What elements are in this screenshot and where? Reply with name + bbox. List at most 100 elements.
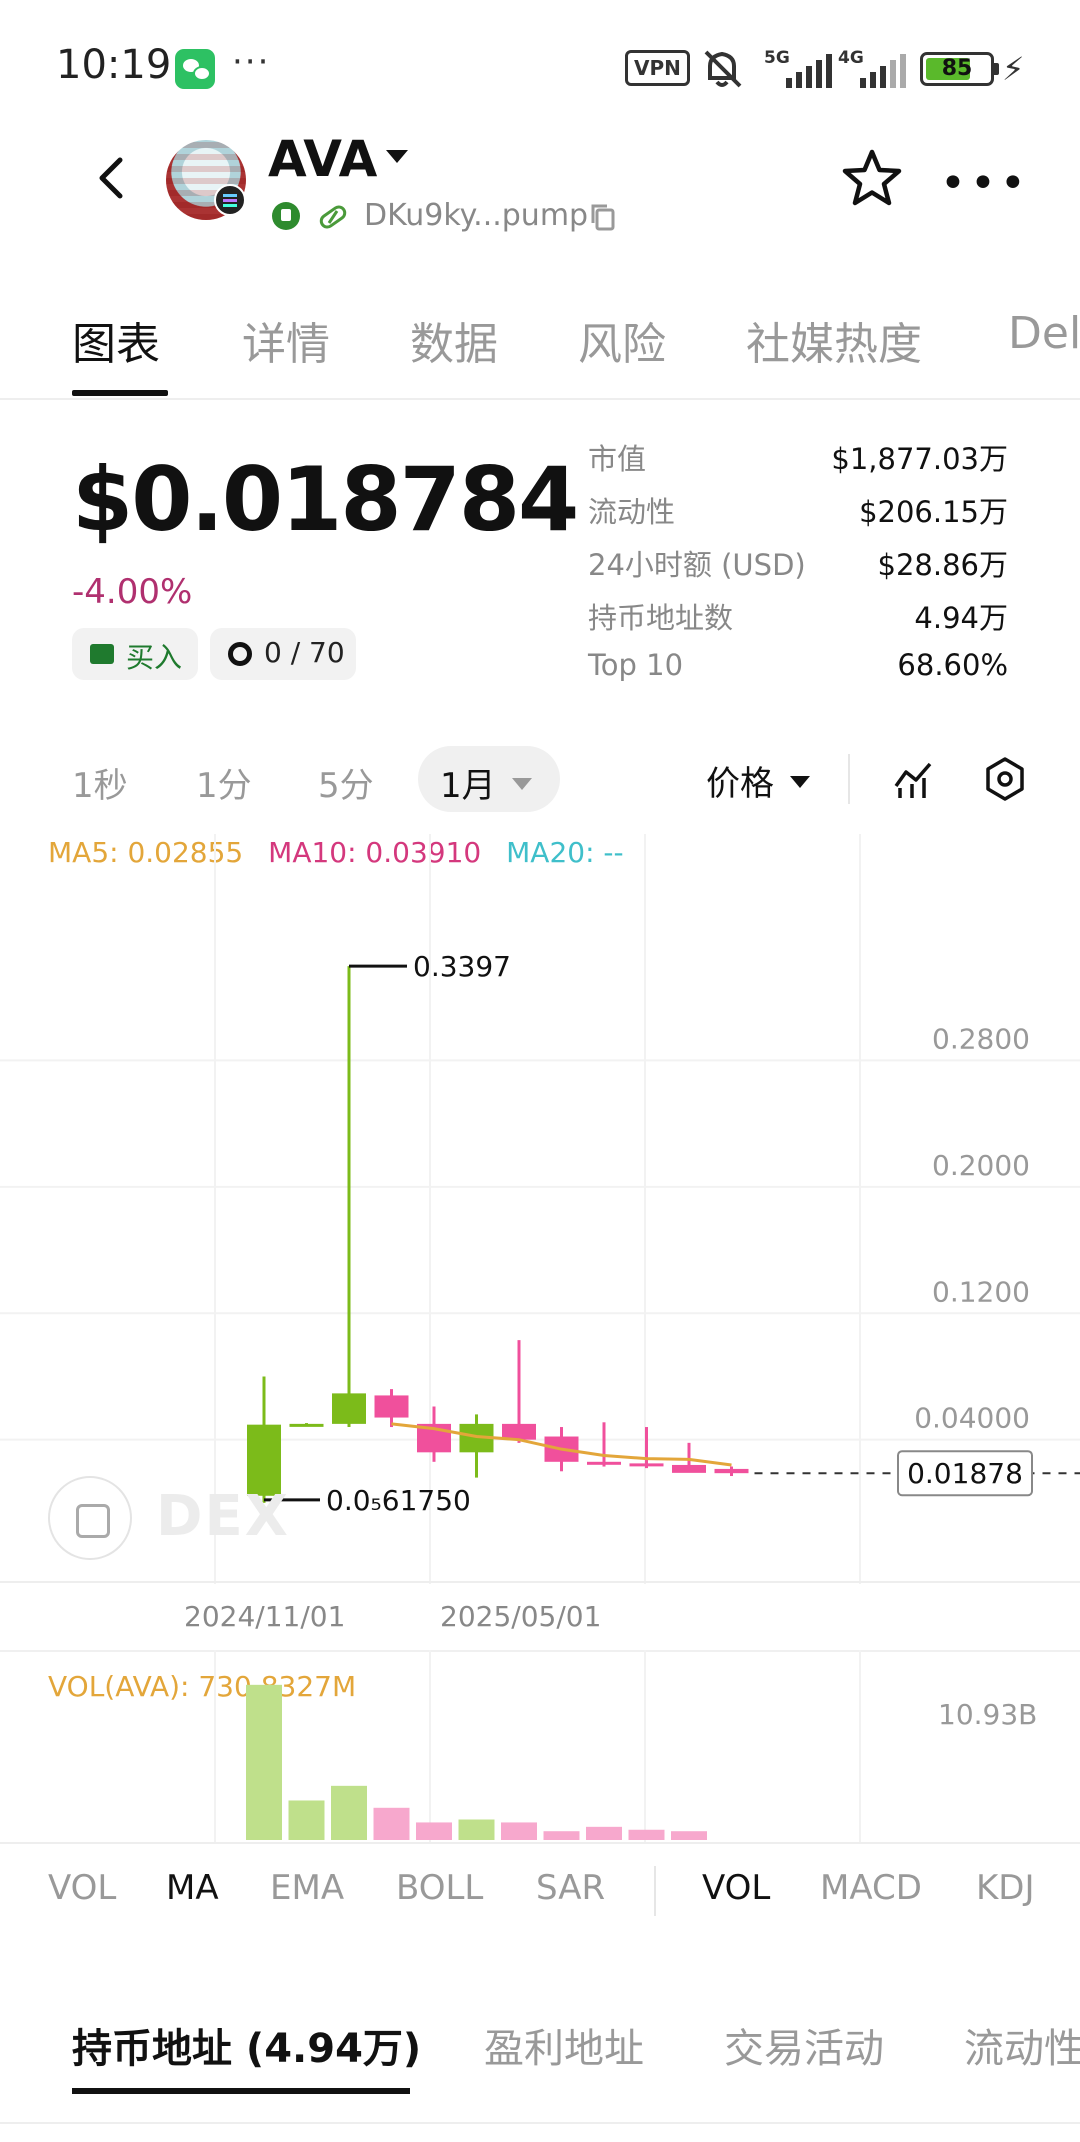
ind-ma[interactable]: MA bbox=[166, 1868, 219, 1908]
current-price-label: 0.01878 bbox=[907, 1457, 1023, 1490]
interval-selected[interactable]: 1月 bbox=[418, 746, 560, 812]
tab-chart[interactable]: 图表 bbox=[72, 308, 160, 372]
volume-bar bbox=[373, 1807, 410, 1840]
tab-profitable[interactable]: 盈利地址 bbox=[484, 2016, 644, 2074]
token-name[interactable]: AVA bbox=[268, 130, 377, 188]
status-more-icon: ··· bbox=[232, 42, 271, 82]
star-icon[interactable] bbox=[842, 148, 902, 208]
fullscreen-button[interactable] bbox=[48, 1476, 132, 1560]
stat-24h-volume: 24小时额 (USD) $28.86万 bbox=[588, 548, 1008, 582]
tab-liquidity[interactable]: 流动性 bbox=[964, 2016, 1080, 2074]
y-tick-label: 0.04000 bbox=[914, 1402, 1030, 1435]
back-icon[interactable] bbox=[92, 154, 132, 202]
token-dropdown-icon[interactable] bbox=[386, 150, 408, 163]
tab-underline bbox=[72, 390, 168, 396]
interval-5m[interactable]: 5分 bbox=[318, 758, 374, 807]
snipe-button[interactable]: 0 / 70 bbox=[210, 628, 356, 680]
max-price-label: 0.3397 bbox=[413, 950, 511, 983]
status-bar: 10:19 ··· VPN 5G 4G 85 ⚡ bbox=[0, 0, 1080, 130]
more-icon[interactable]: ••• bbox=[940, 158, 1030, 209]
candle-body bbox=[374, 1395, 409, 1418]
volume-bar bbox=[288, 1800, 325, 1840]
pill-icon bbox=[319, 205, 347, 229]
signal-5g-icon: 5G bbox=[764, 48, 836, 88]
tab-details[interactable]: 详情 bbox=[242, 308, 330, 372]
stat-top10: Top 10 68.60% bbox=[588, 648, 1008, 682]
candle-body bbox=[672, 1464, 706, 1473]
volume-bar bbox=[628, 1829, 665, 1840]
ind-kdj[interactable]: KDJ bbox=[976, 1868, 1035, 1908]
section-tabs: 图表 详情 数据 风险 社媒热度 Del bbox=[0, 298, 1080, 400]
stat-liquidity: 流动性 $206.15万 bbox=[588, 495, 1008, 529]
candle-body bbox=[629, 1463, 664, 1467]
interval-1m[interactable]: 1分 bbox=[196, 758, 252, 807]
status-time: 10:19 bbox=[56, 42, 172, 88]
current-price: $0.018784 bbox=[72, 448, 579, 551]
buy-label: 买入 bbox=[126, 641, 183, 674]
x-axis-label: 2024/11/01 bbox=[184, 1600, 346, 1633]
volume-bar bbox=[416, 1822, 452, 1840]
stat-market-cap: 市值 $1,877.03万 bbox=[588, 442, 1008, 476]
wechat-icon bbox=[175, 49, 215, 89]
volume-chart bbox=[214, 1650, 861, 1842]
tab-social[interactable]: 社媒热度 bbox=[746, 308, 922, 372]
candle-body bbox=[332, 1393, 366, 1424]
tab-data[interactable]: 数据 bbox=[410, 308, 498, 372]
ind-macd[interactable]: MACD bbox=[820, 1868, 922, 1908]
price-caret-icon[interactable] bbox=[790, 776, 810, 788]
price-change: -4.00% bbox=[72, 572, 193, 612]
tab-underline bbox=[72, 2088, 410, 2094]
volume-bar bbox=[246, 1684, 282, 1840]
charging-icon: ⚡ bbox=[1002, 50, 1025, 88]
price-type-select[interactable]: 价格 bbox=[706, 756, 774, 805]
divider bbox=[848, 754, 850, 804]
volume-bar bbox=[331, 1785, 367, 1840]
price-chart[interactable]: 0.2800 0.2000 0.1200 0.04000 0.3397 0.0₅61750… bbox=[0, 834, 1080, 1594]
contract-address[interactable]: DKu9ky...pump bbox=[364, 198, 588, 233]
ind-vol[interactable]: VOL bbox=[48, 1868, 116, 1908]
settings-icon[interactable] bbox=[982, 756, 1028, 802]
wallet-icon bbox=[90, 644, 114, 664]
indicator-icon[interactable] bbox=[892, 758, 936, 802]
y-tick-label: 0.2800 bbox=[932, 1022, 1030, 1055]
stat-holders: 持币地址数 4.94万 bbox=[588, 601, 1008, 635]
indicator-tabs: VOL MA EMA BOLL SAR VOL MACD KDJ bbox=[0, 1842, 1080, 1938]
ind-sub-vol[interactable]: VOL bbox=[702, 1868, 770, 1908]
interval-bar: 1秒 1分 5分 1月 价格 bbox=[0, 746, 1080, 816]
min-price-label: 0.0₅61750 bbox=[326, 1484, 471, 1517]
candle-body bbox=[587, 1461, 621, 1465]
ind-sar[interactable]: SAR bbox=[536, 1868, 605, 1908]
volume-bar bbox=[543, 1831, 580, 1840]
volume-bar bbox=[671, 1831, 707, 1840]
tab-dev[interactable]: Del bbox=[1008, 308, 1080, 359]
copy-icon[interactable] bbox=[590, 203, 616, 231]
divider bbox=[654, 1866, 656, 1916]
y-tick-label: 0.2000 bbox=[932, 1149, 1030, 1182]
tab-risk[interactable]: 风险 bbox=[578, 308, 666, 372]
tab-holders[interactable]: 持币地址 (4.94万) bbox=[72, 2016, 421, 2074]
volume-bar bbox=[586, 1826, 622, 1840]
volume-bar bbox=[501, 1822, 537, 1840]
interval-1s[interactable]: 1秒 bbox=[72, 758, 128, 807]
target-icon bbox=[228, 642, 252, 666]
watermark: DEX bbox=[156, 1484, 290, 1549]
chain-icon bbox=[214, 184, 246, 216]
volume-bar bbox=[458, 1819, 495, 1840]
tab-activity[interactable]: 交易活动 bbox=[724, 2016, 884, 2074]
holder-tabs: 持币地址 (4.94万) 盈利地址 交易活动 流动性 bbox=[0, 2004, 1080, 2142]
battery-icon: 85 bbox=[920, 52, 999, 86]
mute-icon bbox=[704, 50, 742, 88]
divider bbox=[0, 2122, 1080, 2124]
vpn-badge: VPN bbox=[625, 50, 690, 86]
candle-body bbox=[714, 1468, 749, 1474]
ind-boll[interactable]: BOLL bbox=[396, 1868, 483, 1908]
signal-4g-icon: 4G bbox=[838, 48, 910, 88]
x-axis-label: 2025/05/01 bbox=[440, 1600, 602, 1633]
y-tick-label: 0.1200 bbox=[932, 1275, 1030, 1308]
buy-button[interactable]: 买入 bbox=[72, 628, 198, 680]
verified-icon bbox=[272, 202, 300, 230]
chevron-down-icon bbox=[512, 778, 532, 790]
ind-ema[interactable]: EMA bbox=[270, 1868, 344, 1908]
candle-body bbox=[289, 1423, 324, 1427]
snipe-label: 0 / 70 bbox=[264, 636, 345, 669]
